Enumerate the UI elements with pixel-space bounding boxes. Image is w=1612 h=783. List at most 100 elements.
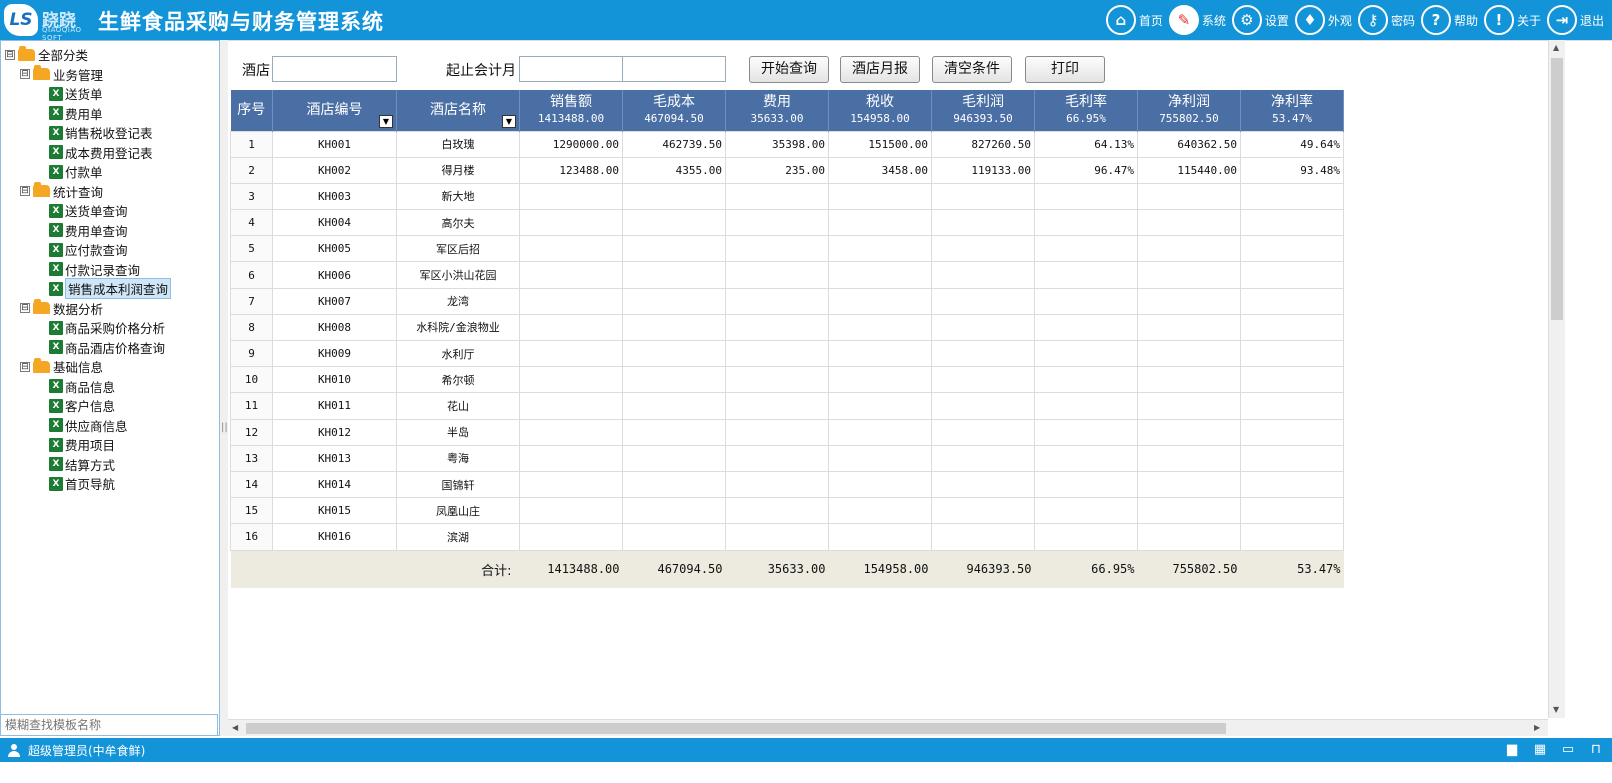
tree-group[interactable]: ⊟ 统计查询 [5, 182, 219, 202]
table-cell[interactable] [622, 209, 726, 237]
table-cell[interactable]: 115440.00 [1137, 156, 1241, 184]
table-cell[interactable]: 新大地 [396, 182, 520, 211]
scroll-left-icon[interactable]: ◀ [232, 723, 238, 732]
table-cell[interactable] [1137, 182, 1241, 211]
column-header[interactable]: 费用 35633.00 [725, 90, 829, 131]
table-cell[interactable]: 96.47% [1034, 156, 1138, 184]
vertical-scrollbar[interactable]: ▲ ▼ [1548, 40, 1565, 718]
table-row[interactable]: 12 KH012 半岛 [230, 418, 1344, 446]
table-cell[interactable]: 9 [230, 339, 273, 368]
table-cell[interactable]: 10 [230, 366, 273, 394]
table-cell[interactable]: KH007 [272, 287, 397, 315]
table-row[interactable]: 7 KH007 龙湾 [230, 287, 1344, 315]
tree-item[interactable]: X 商品信息 [5, 377, 219, 397]
table-cell[interactable]: 3458.00 [828, 156, 932, 184]
table-row[interactable]: 5 KH005 军区后招 [230, 235, 1344, 263]
table-cell[interactable] [1137, 366, 1241, 394]
table-cell[interactable]: KH003 [272, 182, 397, 211]
table-cell[interactable]: 半岛 [396, 418, 520, 446]
tree-item[interactable]: X 供应商信息 [5, 416, 219, 436]
table-cell[interactable]: 水利厅 [396, 339, 520, 368]
table-cell[interactable]: 6 [230, 261, 273, 289]
table-cell[interactable] [1137, 313, 1241, 342]
collapse-toggle-icon[interactable]: ⊟ [20, 69, 30, 80]
table-cell[interactable] [1034, 182, 1138, 211]
table-cell[interactable]: 花山 [396, 392, 520, 420]
table-cell[interactable] [622, 182, 726, 211]
table-cell[interactable]: 军区后招 [396, 235, 520, 263]
table-cell[interactable] [828, 313, 932, 342]
tree-item[interactable]: X 送货单查询 [5, 201, 219, 221]
horizontal-scroll-thumb[interactable] [246, 723, 1226, 734]
table-cell[interactable]: 13 [230, 444, 273, 472]
nav-gear[interactable]: ⚙ 设置 [1231, 5, 1289, 35]
table-cell[interactable] [622, 261, 726, 289]
table-cell[interactable]: KH016 [272, 523, 397, 551]
table-cell[interactable] [1240, 209, 1344, 237]
table-cell[interactable]: 5 [230, 235, 273, 263]
table-cell[interactable]: 高尔夫 [396, 209, 520, 237]
table-cell[interactable] [931, 182, 1035, 211]
table-cell[interactable]: KH011 [272, 392, 397, 420]
table-cell[interactable] [725, 470, 829, 499]
tree-item[interactable]: X 费用项目 [5, 435, 219, 455]
tree-item[interactable]: X 费用单查询 [5, 221, 219, 241]
table-cell[interactable]: 粤海 [396, 444, 520, 472]
table-cell[interactable] [828, 209, 932, 237]
table-cell[interactable] [519, 287, 623, 315]
table-cell[interactable] [1034, 418, 1138, 446]
table-cell[interactable] [828, 418, 932, 446]
table-cell[interactable]: 军区小洪山花园 [396, 261, 520, 289]
table-row[interactable]: 9 KH009 水利厅 [230, 339, 1344, 368]
table-cell[interactable] [1240, 366, 1344, 394]
panel-splitter[interactable]: || [220, 40, 228, 736]
table-row[interactable]: 6 KH006 军区小洪山花园 [230, 261, 1344, 289]
tree-group[interactable]: ⊟ 基础信息 [5, 357, 219, 377]
month-from-input[interactable] [519, 56, 623, 82]
tree-item[interactable]: X 商品采购价格分析 [5, 318, 219, 338]
table-cell[interactable] [931, 339, 1035, 368]
table-cell[interactable] [828, 287, 932, 315]
table-row[interactable]: 15 KH015 凤凰山庄 [230, 497, 1344, 525]
table-cell[interactable]: 14 [230, 470, 273, 499]
table-cell[interactable]: KH002 [272, 156, 397, 184]
column-header[interactable]: 净利率 53.47% [1240, 90, 1344, 131]
table-cell[interactable] [622, 366, 726, 394]
column-header[interactable]: 销售额 1413488.00 [519, 90, 623, 131]
table-cell[interactable] [725, 392, 829, 420]
table-cell[interactable]: 827260.50 [931, 130, 1035, 158]
table-cell[interactable] [1034, 261, 1138, 289]
table-cell[interactable] [1034, 235, 1138, 263]
table-cell[interactable] [519, 313, 623, 342]
table-cell[interactable] [519, 366, 623, 394]
table-cell[interactable]: 15 [230, 497, 273, 525]
table-cell[interactable]: 4355.00 [622, 156, 726, 184]
table-cell[interactable] [1034, 287, 1138, 315]
nav-info[interactable]: ! 关于 [1483, 5, 1541, 35]
table-cell[interactable] [931, 313, 1035, 342]
table-cell[interactable] [725, 366, 829, 394]
collapse-toggle-icon[interactable]: ⊟ [5, 49, 15, 60]
column-header[interactable]: 毛利润 946393.50 [931, 90, 1035, 131]
table-row[interactable]: 2 KH002 得月楼 123488.00 4355.00 235.00 3458.00 11… [230, 156, 1344, 184]
tree-item[interactable]: X 客户信息 [5, 396, 219, 416]
table-cell[interactable] [1137, 418, 1241, 446]
table-cell[interactable] [828, 444, 932, 472]
table-cell[interactable]: 4 [230, 209, 273, 237]
table-cell[interactable] [519, 444, 623, 472]
table-cell[interactable]: 93.48% [1240, 156, 1344, 184]
table-cell[interactable]: 462739.50 [622, 130, 726, 158]
table-cell[interactable] [1137, 470, 1241, 499]
table-cell[interactable] [519, 392, 623, 420]
table-cell[interactable] [828, 182, 932, 211]
table-cell[interactable]: KH006 [272, 261, 397, 289]
tree-item[interactable]: X 费用单 [5, 104, 219, 124]
column-header[interactable]: 净利润 755802.50 [1137, 90, 1241, 131]
table-cell[interactable] [1240, 523, 1344, 551]
table-cell[interactable] [1137, 287, 1241, 315]
table-cell[interactable]: 64.13% [1034, 130, 1138, 158]
table-cell[interactable] [1034, 523, 1138, 551]
table-cell[interactable] [519, 235, 623, 263]
column-header[interactable]: 毛成本 467094.50 [622, 90, 726, 131]
table-cell[interactable] [1240, 339, 1344, 368]
